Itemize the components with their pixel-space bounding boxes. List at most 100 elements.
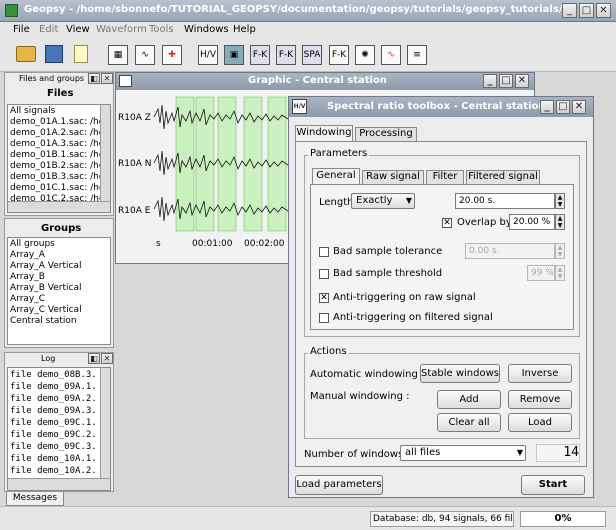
overlap-spinner[interactable]: ▲ ▼ — [555, 214, 565, 230]
menu-edit[interactable]: Edit — [39, 24, 58, 35]
close-icon[interactable]: ✕ — [101, 353, 113, 364]
bad-tolerance-field[interactable]: 0.00 s. — [465, 243, 555, 259]
fft-icon[interactable]: ▣ — [224, 45, 244, 65]
tab-filter[interactable]: Filter — [426, 170, 464, 184]
parameters-label: Parameters — [308, 148, 370, 159]
waveform-plot[interactable] — [152, 93, 292, 235]
menu-windows[interactable]: Windows — [184, 24, 229, 35]
list-item[interactable]: demo_01A.2.sac: /hc — [10, 128, 100, 139]
log-line: file demo_10A.2. — [10, 466, 97, 476]
list-item[interactable]: All groups — [10, 239, 55, 250]
list-item[interactable]: Array_B Vertical — [10, 283, 81, 294]
tab-windowing[interactable]: Windowing — [295, 125, 353, 141]
num-windows-value: 14 — [536, 444, 580, 462]
tab-general[interactable]: General — [312, 168, 360, 184]
actions-label: Actions — [308, 346, 349, 357]
tab-processing[interactable]: Processing — [355, 127, 417, 141]
log-line: file demo_08B.3. — [10, 370, 97, 380]
open-folder-icon[interactable] — [16, 46, 36, 62]
graphic-icon[interactable]: ∿ — [135, 45, 155, 65]
bad-threshold-spinner[interactable]: ▲ ▼ — [555, 265, 565, 281]
start-button[interactable]: Start — [521, 475, 585, 495]
channel-label: R10A Z — [118, 113, 151, 123]
fk2-icon[interactable]: F-K — [276, 45, 296, 65]
minimize-icon[interactable]: _ — [483, 74, 497, 88]
list-item[interactable]: Array_C — [10, 294, 45, 305]
horizontal-scrollbar[interactable] — [8, 478, 110, 490]
vertical-scrollbar[interactable] — [100, 105, 110, 201]
load-button[interactable]: Load — [508, 413, 572, 432]
fk-icon[interactable]: F-K — [250, 45, 270, 65]
progress-bar: 0% — [520, 511, 606, 527]
spac-icon[interactable]: SPA — [302, 45, 322, 65]
graphic-window-icon — [119, 75, 132, 87]
list-item[interactable]: All signals — [10, 106, 100, 117]
bad-tolerance-checkbox[interactable] — [319, 247, 329, 257]
close-icon[interactable]: ✕ — [515, 74, 529, 88]
spectrum-icon[interactable]: ∿ — [381, 45, 401, 65]
manual-windowing-label: Manual windowing : — [310, 391, 410, 402]
list-item[interactable]: Central station — [10, 316, 77, 327]
list-item[interactable]: Array_A Vertical — [10, 261, 81, 272]
remove-button[interactable]: Remove — [508, 390, 572, 409]
radial-icon[interactable]: ✺ — [355, 45, 375, 65]
length-value-field[interactable]: 20.00 s. — [455, 193, 555, 209]
list-item[interactable]: Array_C Vertical — [10, 305, 82, 316]
anti-filtered-checkbox[interactable] — [319, 313, 329, 323]
list-item[interactable]: demo_01C.1.sac: /hc — [10, 183, 100, 194]
files-panel: Files and groups ◧ ✕ Files All signals d… — [4, 72, 114, 216]
minimize-icon[interactable]: _ — [562, 3, 577, 18]
maximize-icon[interactable]: □ — [579, 3, 594, 18]
maximize-icon[interactable]: □ — [556, 100, 570, 114]
menu-bar: File Edit View Waveform Tools Windows He… — [0, 22, 616, 38]
table-icon[interactable]: ▦ — [108, 45, 128, 65]
log-line: file demo_10A.1. — [10, 454, 97, 464]
list-item[interactable]: demo_01A.3.sac: /hc — [10, 139, 100, 150]
hv-icon[interactable]: H/V — [198, 45, 218, 65]
close-icon[interactable]: ✕ — [572, 100, 586, 114]
log-panel: Log ◧ ✕ file demo_08B.3. file demo_09A.1… — [4, 352, 114, 492]
inverse-button[interactable]: Inverse — [508, 364, 572, 383]
anti-raw-checkbox[interactable]: ✕ — [319, 293, 329, 303]
add-button[interactable]: Add — [437, 390, 501, 409]
list-item[interactable]: demo_01B.1.sac: /hc — [10, 150, 100, 161]
menu-help[interactable]: Help — [233, 24, 256, 35]
menu-tools[interactable]: Tools — [149, 24, 174, 35]
menu-file[interactable]: File — [13, 24, 30, 35]
length-spinner[interactable]: ▲ ▼ — [555, 193, 565, 209]
float-icon[interactable]: ◧ — [88, 73, 100, 84]
menu-view[interactable]: View — [66, 24, 90, 35]
tab-messages[interactable]: Messages — [6, 492, 64, 506]
overlap-value-field[interactable]: 20.00 % — [509, 214, 555, 230]
new-file-icon[interactable] — [74, 45, 88, 63]
tab-filtered-signal[interactable]: Filtered signal — [466, 170, 540, 184]
list-item[interactable]: Array_B — [10, 272, 45, 283]
length-mode-select[interactable]: Exactly ▼ — [351, 193, 415, 209]
list-item[interactable]: demo_01B.3.sac: /hc — [10, 172, 100, 183]
map-icon[interactable]: ✚ — [162, 45, 182, 65]
maximize-icon[interactable]: □ — [499, 74, 513, 88]
bad-threshold-checkbox[interactable] — [319, 269, 329, 279]
horizontal-scrollbar[interactable] — [8, 201, 110, 212]
menu-waveform[interactable]: Waveform — [96, 24, 147, 35]
close-icon[interactable]: ✕ — [101, 73, 113, 84]
bad-tolerance-spinner[interactable]: ▲ ▼ — [555, 243, 565, 259]
main-title-bar: Geopsy - /home/sbonnefo/TUTORIAL_GEOPSY/… — [0, 0, 616, 22]
minimize-icon[interactable]: _ — [540, 100, 554, 114]
save-icon[interactable] — [45, 45, 63, 63]
tab-raw-signal[interactable]: Raw signal — [362, 170, 424, 184]
vertical-scrollbar[interactable] — [100, 368, 110, 478]
close-icon[interactable]: ✕ — [596, 3, 611, 18]
num-windows-scope-select[interactable]: all files ▼ — [400, 445, 526, 461]
list-item[interactable]: demo_01B.2.sac: /hc — [10, 161, 100, 172]
list-icon[interactable]: ≡ — [407, 45, 427, 65]
load-parameters-button[interactable]: Load parameters — [295, 475, 383, 495]
overlap-checkbox[interactable]: ✕ — [442, 218, 452, 228]
clear-all-button[interactable]: Clear all — [437, 413, 501, 432]
bad-threshold-field[interactable]: 99 % — [527, 265, 555, 281]
fk3-icon[interactable]: F-K — [329, 45, 349, 65]
list-item[interactable]: demo_01A.1.sac: /hc — [10, 117, 100, 128]
list-item[interactable]: Array_A — [10, 250, 45, 261]
float-icon[interactable]: ◧ — [88, 353, 100, 364]
stable-windows-button[interactable]: Stable windows — [420, 364, 500, 383]
